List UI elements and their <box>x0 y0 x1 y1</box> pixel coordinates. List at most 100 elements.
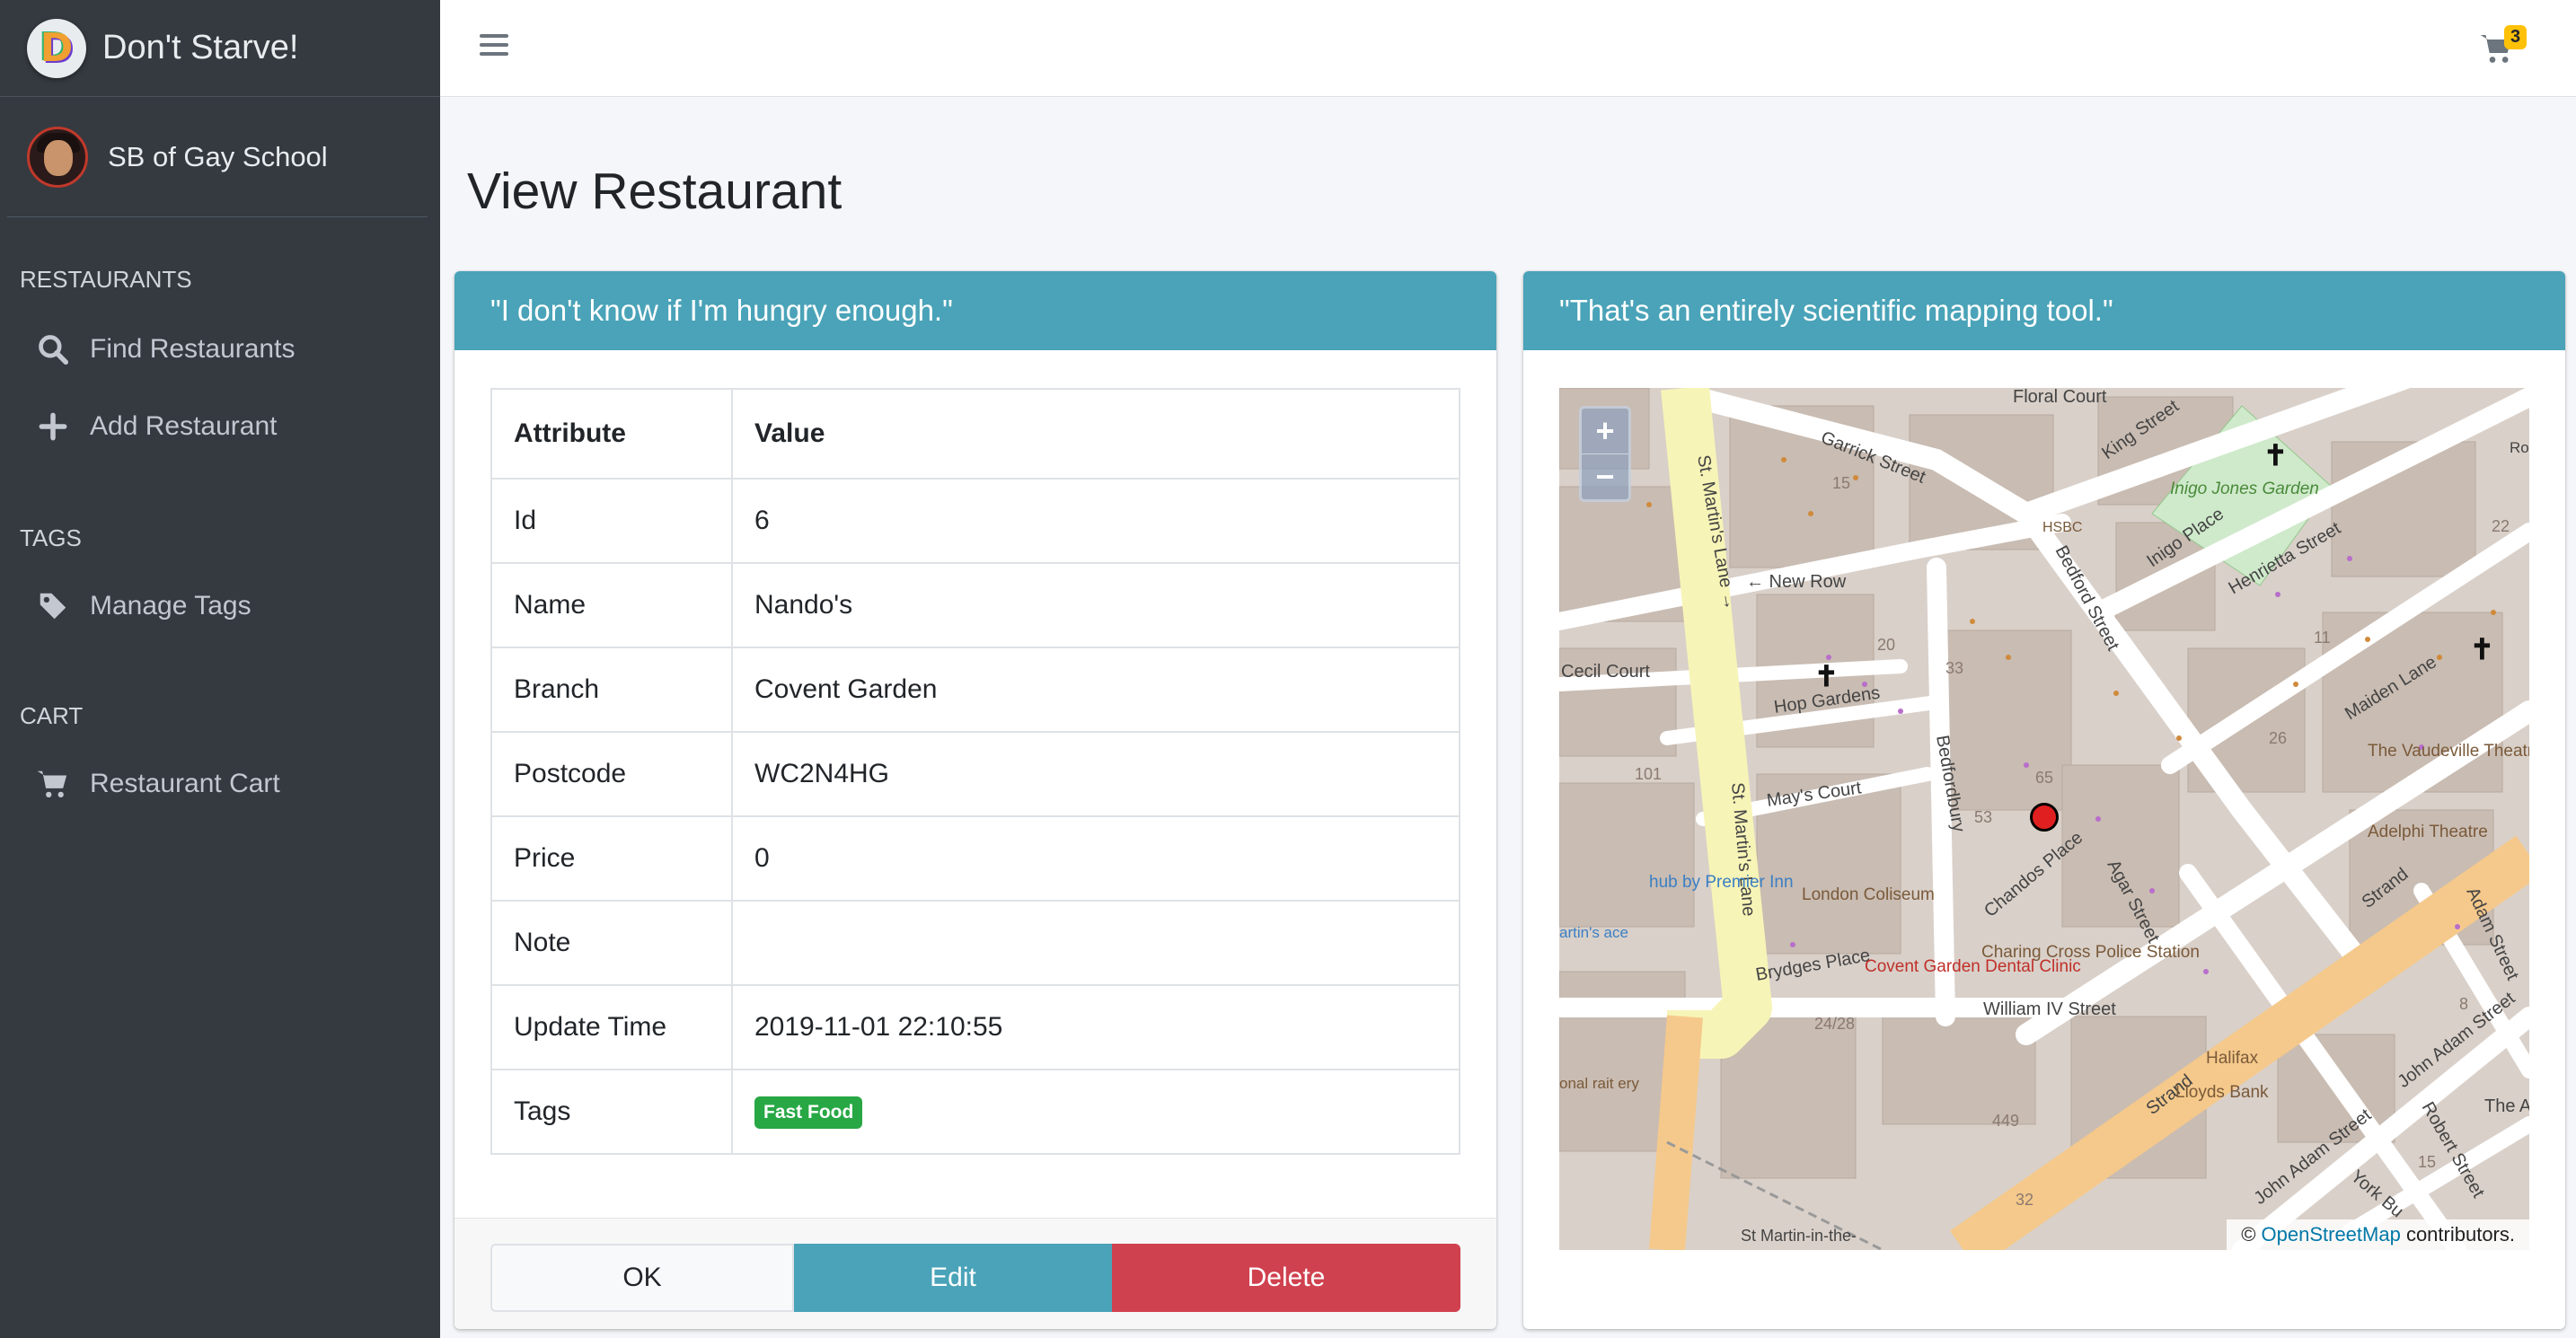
nav-header-cart: CART <box>20 702 84 729</box>
map-label: 15 <box>1832 474 1850 492</box>
map-label: artin's ace <box>1559 924 1628 941</box>
nav-header-restaurants: RESTAURANTS <box>20 266 192 293</box>
map-view[interactable]: Floral Court Garrick Street King Street … <box>1559 388 2529 1250</box>
sidebar-item-label: Add Restaurant <box>90 411 278 441</box>
value-cell: 0 <box>731 815 1460 902</box>
map-label: 101 <box>1635 765 1662 783</box>
church-icon: ✝ <box>1814 660 1839 692</box>
map-card: "That's an entirely scientific mapping t… <box>1523 271 2565 1329</box>
tag-icon <box>40 593 66 620</box>
user-panel[interactable]: SB of Gay School <box>7 97 428 217</box>
map-label: 32 <box>2016 1191 2033 1209</box>
attribute-cell: Id <box>490 478 733 564</box>
plus-icon <box>39 412 67 441</box>
zoom-control: + − <box>1579 406 1631 502</box>
brand-link[interactable]: D Don't Starve! <box>0 0 440 97</box>
value-cell <box>731 900 1460 986</box>
value-cell: WC2N4HG <box>731 731 1460 817</box>
details-card-header: "I don't know if I'm hungry enough." <box>454 271 1496 350</box>
tag-badge[interactable]: Fast Food <box>754 1096 863 1129</box>
map-label: onal rait ery <box>1559 1075 1639 1092</box>
restaurant-details-card: "I don't know if I'm hungry enough." Att… <box>454 271 1496 1329</box>
table-row: Id 6 <box>490 478 1460 564</box>
nav-header-tags: TAGS <box>20 524 82 551</box>
attribution-prefix: © <box>2241 1223 2262 1246</box>
table-row: Branch Covent Garden <box>490 647 1460 733</box>
map-label: 65 <box>2035 769 2053 787</box>
map-label: London Coliseum <box>1802 885 1935 904</box>
cart-count-badge: 3 <box>2504 25 2527 49</box>
attribution-suffix: contributors. <box>2400 1223 2515 1246</box>
map-label: 11 <box>2314 629 2331 647</box>
search-icon <box>39 335 69 365</box>
table-row: Name Nando's <box>490 562 1460 648</box>
attribute-cell: Update Time <box>490 984 733 1070</box>
map-label: The Ad <box>2484 1096 2529 1116</box>
map-label: Lloyds Bank <box>2175 1083 2269 1102</box>
edit-button[interactable]: Edit <box>794 1244 1112 1312</box>
value-cell: Fast Food <box>731 1069 1460 1155</box>
map-label: William IV Street <box>1983 999 2116 1019</box>
delete-button[interactable]: Delete <box>1112 1244 1460 1312</box>
value-cell: 6 <box>731 478 1460 564</box>
table-header-row: Attribute Value <box>490 388 1460 480</box>
map-label: Adelphi Theatre <box>2368 823 2488 841</box>
attribute-cell: Tags <box>490 1069 733 1155</box>
map-label: ← New Row <box>1746 572 1847 592</box>
map-label: St Martin-in-the- <box>1741 1227 1857 1245</box>
map-label: 22 <box>2492 517 2510 535</box>
zoom-out-button[interactable]: − <box>1582 453 1628 499</box>
sidebar-item-label: Manage Tags <box>90 591 251 621</box>
details-card-footer: OK Edit Delete <box>454 1218 1496 1329</box>
cart-button[interactable]: 3 <box>2477 22 2540 75</box>
attribute-cell: Postcode <box>490 731 733 817</box>
map-label: Cecil Court <box>1561 662 1650 682</box>
attribute-cell: Price <box>490 815 733 902</box>
sidebar-item-restaurant-cart[interactable]: Restaurant Cart <box>36 767 280 801</box>
brand-name: Don't Starve! <box>102 29 299 66</box>
church-icon: ✝ <box>2470 633 2494 665</box>
user-name[interactable]: SB of Gay School <box>108 141 328 173</box>
map-label: Inigo Jones Garden <box>2170 480 2319 498</box>
table-row: Note <box>490 900 1460 986</box>
value-cell: Covent Garden <box>731 647 1460 733</box>
map-label: Roa <box>2510 439 2529 456</box>
cart-icon <box>37 770 67 798</box>
map-label: 33 <box>1945 659 1963 677</box>
table-row: Update Time 2019-11-01 22:10:55 <box>490 984 1460 1070</box>
sidebar-item-add-restaurant[interactable]: Add Restaurant <box>36 409 277 444</box>
attribute-cell: Note <box>490 900 733 986</box>
menu-toggle-icon[interactable] <box>480 31 508 59</box>
map-label: Covent Garden Dental Clinic <box>1865 957 2081 976</box>
top-navbar: 3 <box>440 0 2576 97</box>
table-row: Tags Fast Food <box>490 1069 1460 1155</box>
column-header-value: Value <box>731 388 1460 480</box>
map-label: 8 <box>2459 995 2468 1013</box>
map-attribution: © OpenStreetMap contributors. <box>2227 1219 2529 1250</box>
church-icon: ✝ <box>2263 439 2288 471</box>
map-label: 53 <box>1974 808 1992 826</box>
openstreetmap-link[interactable]: OpenStreetMap <box>2262 1223 2401 1246</box>
map-label: The Vaudeville Theatre <box>2368 742 2529 761</box>
map-label: 20 <box>1877 636 1895 654</box>
table-row: Price 0 <box>490 815 1460 902</box>
column-header-attribute: Attribute <box>490 388 733 480</box>
map-label: 24/28 <box>1814 1015 1855 1033</box>
value-cell: Nando's <box>731 562 1460 648</box>
location-marker-icon[interactable] <box>2030 803 2059 832</box>
sidebar-item-label: Restaurant Cart <box>90 769 280 798</box>
value-cell: 2019-11-01 22:10:55 <box>731 984 1460 1070</box>
map-label: 449 <box>1992 1112 2019 1130</box>
table-row: Postcode WC2N4HG <box>490 731 1460 817</box>
sidebar: D Don't Starve! SB of Gay School RESTAUR… <box>0 0 440 1338</box>
brand-logo: D <box>27 18 86 78</box>
attribute-cell: Branch <box>490 647 733 733</box>
page-title: View Restaurant <box>467 163 842 220</box>
sidebar-item-manage-tags[interactable]: Manage Tags <box>36 589 251 623</box>
map-card-header: "That's an entirely scientific mapping t… <box>1523 271 2565 350</box>
attributes-table: Attribute Value Id 6 Name Nando's Branch Co… <box>490 388 1460 1155</box>
attribute-cell: Name <box>490 562 733 648</box>
zoom-in-button[interactable]: + <box>1582 409 1628 453</box>
sidebar-item-find-restaurants[interactable]: Find Restaurants <box>36 332 295 366</box>
ok-button[interactable]: OK <box>490 1244 794 1312</box>
